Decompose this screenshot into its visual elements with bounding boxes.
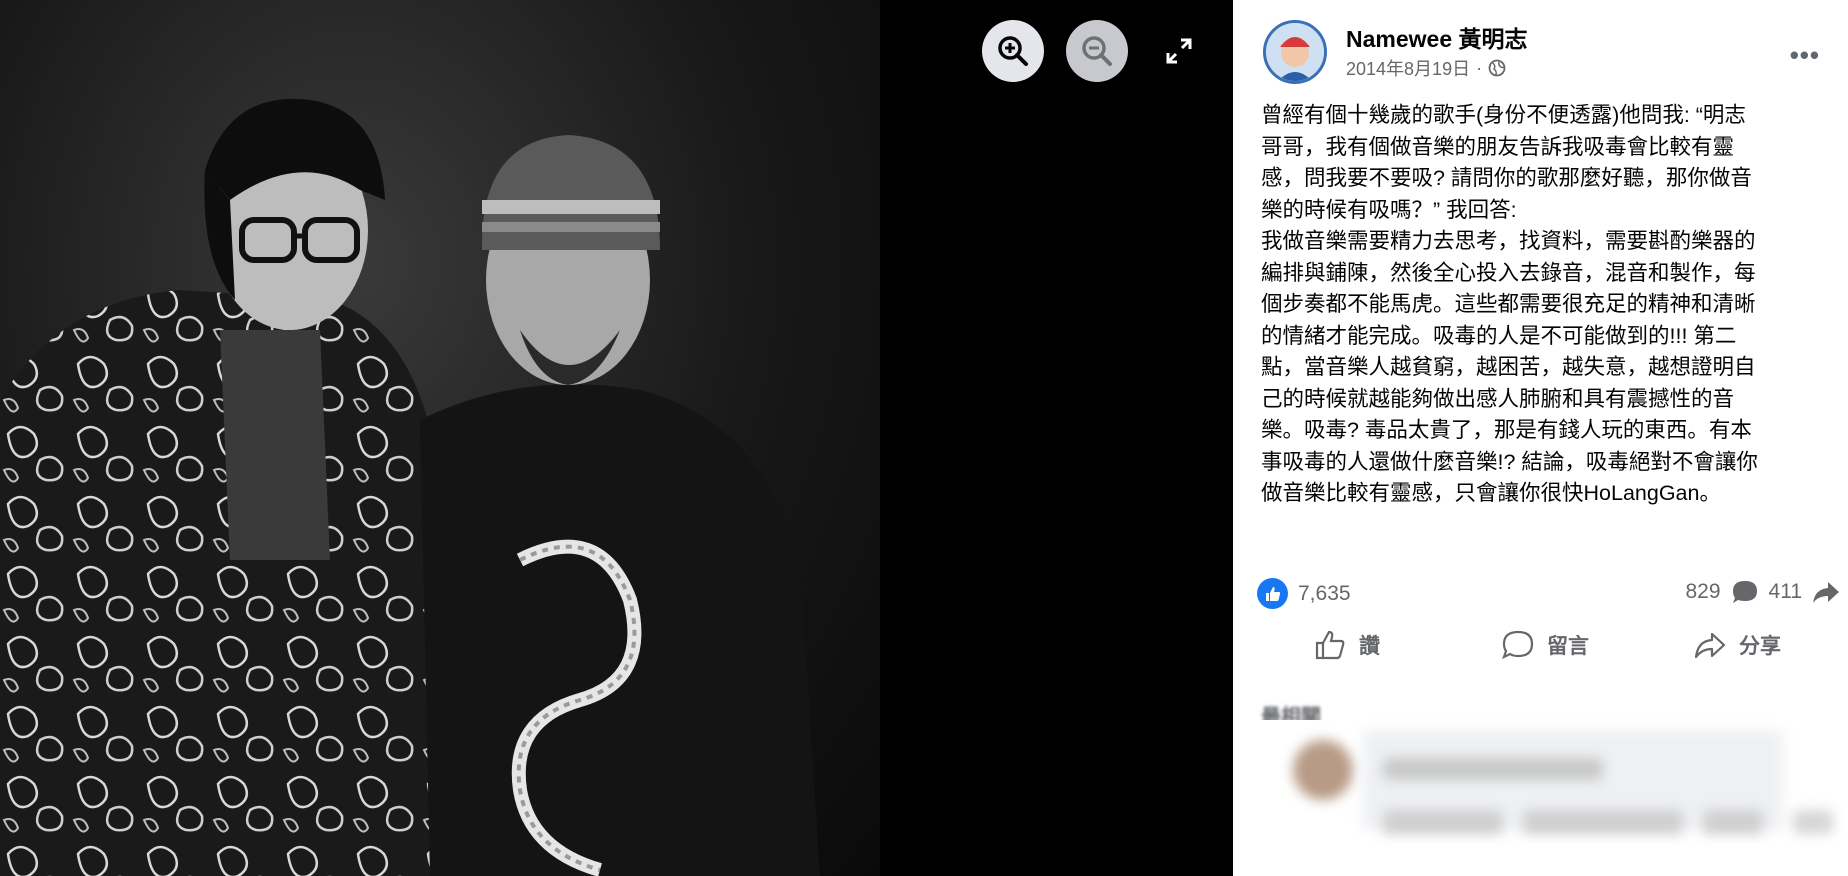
comment-button[interactable]: 留言 xyxy=(1501,628,1589,662)
globe-icon xyxy=(1488,59,1506,77)
author-name[interactable]: Namewee 黃明志 xyxy=(1346,20,1528,54)
comment-text-line xyxy=(1523,810,1683,834)
like-label: 讚 xyxy=(1359,635,1380,658)
like-reaction-icon xyxy=(1257,578,1288,609)
fullscreen-icon xyxy=(1166,38,1192,64)
share-button[interactable]: 分享 xyxy=(1693,628,1781,662)
reactions-count: 7,635 xyxy=(1298,581,1351,605)
zoom-out-button[interactable] xyxy=(1066,20,1128,82)
comment-text-line xyxy=(1383,758,1603,780)
share-count-icon xyxy=(1813,582,1839,603)
post-photo[interactable] xyxy=(0,0,880,876)
engagement-counts: 829 411 xyxy=(1685,578,1840,606)
comment-count-icon xyxy=(1732,581,1757,603)
comment-icon xyxy=(1502,630,1534,660)
zoom-in-button[interactable] xyxy=(982,20,1044,82)
comment-label: 留言 xyxy=(1547,635,1589,658)
more-options-button[interactable]: ••• xyxy=(1790,40,1820,71)
comments-section xyxy=(1253,720,1848,876)
comment-text-line xyxy=(1703,810,1763,834)
like-button[interactable]: 讚 xyxy=(1313,628,1380,662)
fullscreen-button[interactable] xyxy=(1158,30,1200,72)
post-date[interactable]: 2014年8月19日 xyxy=(1346,55,1470,81)
shares-count[interactable]: 411 xyxy=(1769,580,1802,604)
comments-count[interactable]: 829 xyxy=(1685,580,1720,604)
meta-separator: · xyxy=(1476,57,1483,78)
comment-like-badge xyxy=(1793,810,1833,834)
share-icon xyxy=(1694,632,1726,659)
share-label: 分享 xyxy=(1739,635,1781,658)
author-avatar[interactable] xyxy=(1263,20,1327,84)
zoom-out-icon xyxy=(1082,36,1112,66)
photo-viewer xyxy=(0,0,1233,876)
post-meta: 2014年8月19日 · xyxy=(1346,55,1506,81)
thumbs-up-icon xyxy=(1315,630,1345,660)
post-side-panel: Namewee 黃明志 2014年8月19日 · ••• 曾經有個十幾歲的歌手(… xyxy=(1233,0,1848,876)
post-actions-bar: 讚 留言 分享 xyxy=(1233,628,1848,684)
comment-avatar xyxy=(1293,740,1353,800)
post-text: 曾經有個十幾歲的歌手(身份不便透露)他問我: “明志 哥哥，我有個做音樂的朋友告… xyxy=(1261,103,1758,505)
comment-text-line xyxy=(1383,810,1503,834)
reactions-summary[interactable]: 7,635 xyxy=(1257,578,1351,609)
zoom-in-icon xyxy=(998,36,1028,66)
